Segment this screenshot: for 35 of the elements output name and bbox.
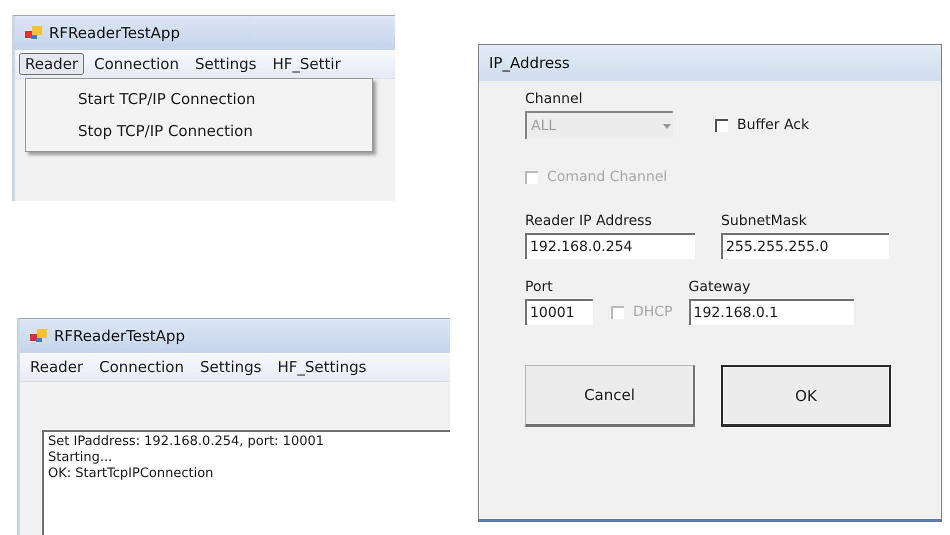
field-label: SubnetMask [721,213,808,229]
dialog-button[interactable]: Cancel [525,365,695,427]
menu-item[interactable]: HF_Settings [272,356,372,378]
menu-option[interactable]: Stop TCP/IP Connection [26,115,372,147]
field-label: Gateway [688,279,752,295]
ip-address-field[interactable]: 192.168.0.254 [525,233,695,259]
menu-item[interactable]: HF_Settir [266,53,347,75]
gateway-field[interactable]: 192.168.0.1 [688,299,854,325]
log-textbox[interactable]: Set IPaddress: 192.168.0.254, port: 10001 Starting... OK: StartTcpIPConnection [42,430,450,535]
checkbox-label: Comand Channel [547,169,668,185]
field-label: Channel [525,91,584,107]
log-line: Starting... [48,450,114,466]
menu-item[interactable]: Settings [194,356,268,378]
window-title: RFReaderTestApp [49,24,180,42]
app-icon [25,26,43,40]
log-line: OK: StartTcpIPConnection [48,466,214,482]
menu-item[interactable]: Reader [24,356,90,378]
menu-item[interactable]: Connection [88,53,185,75]
app-icon [30,329,48,343]
field-label: Reader IP Address [525,213,653,229]
menu-item[interactable]: Reader [19,53,84,75]
log-line: Set IPaddress: 192.168.0.254, port: 10001 [48,434,326,450]
dropdown-arrow-icon [663,124,671,128]
menu-option[interactable]: Start TCP/IP Connection [26,83,372,115]
checkbox-label: DHCP [633,304,673,320]
checkbox-label: Buffer Ack [737,117,810,133]
field-label: Port [525,279,554,295]
menu-item[interactable]: Connection [93,356,190,378]
subnet-mask-field[interactable]: 255.255.255.0 [721,233,889,259]
menu-item[interactable]: Settings [188,53,262,75]
window-title: RFReaderTestApp [54,327,185,345]
dialog-button[interactable]: OK [721,365,891,427]
dialog-title: IP_Address [489,54,570,72]
checkbox[interactable] [715,118,728,132]
port-field[interactable]: 10001 [525,299,593,325]
